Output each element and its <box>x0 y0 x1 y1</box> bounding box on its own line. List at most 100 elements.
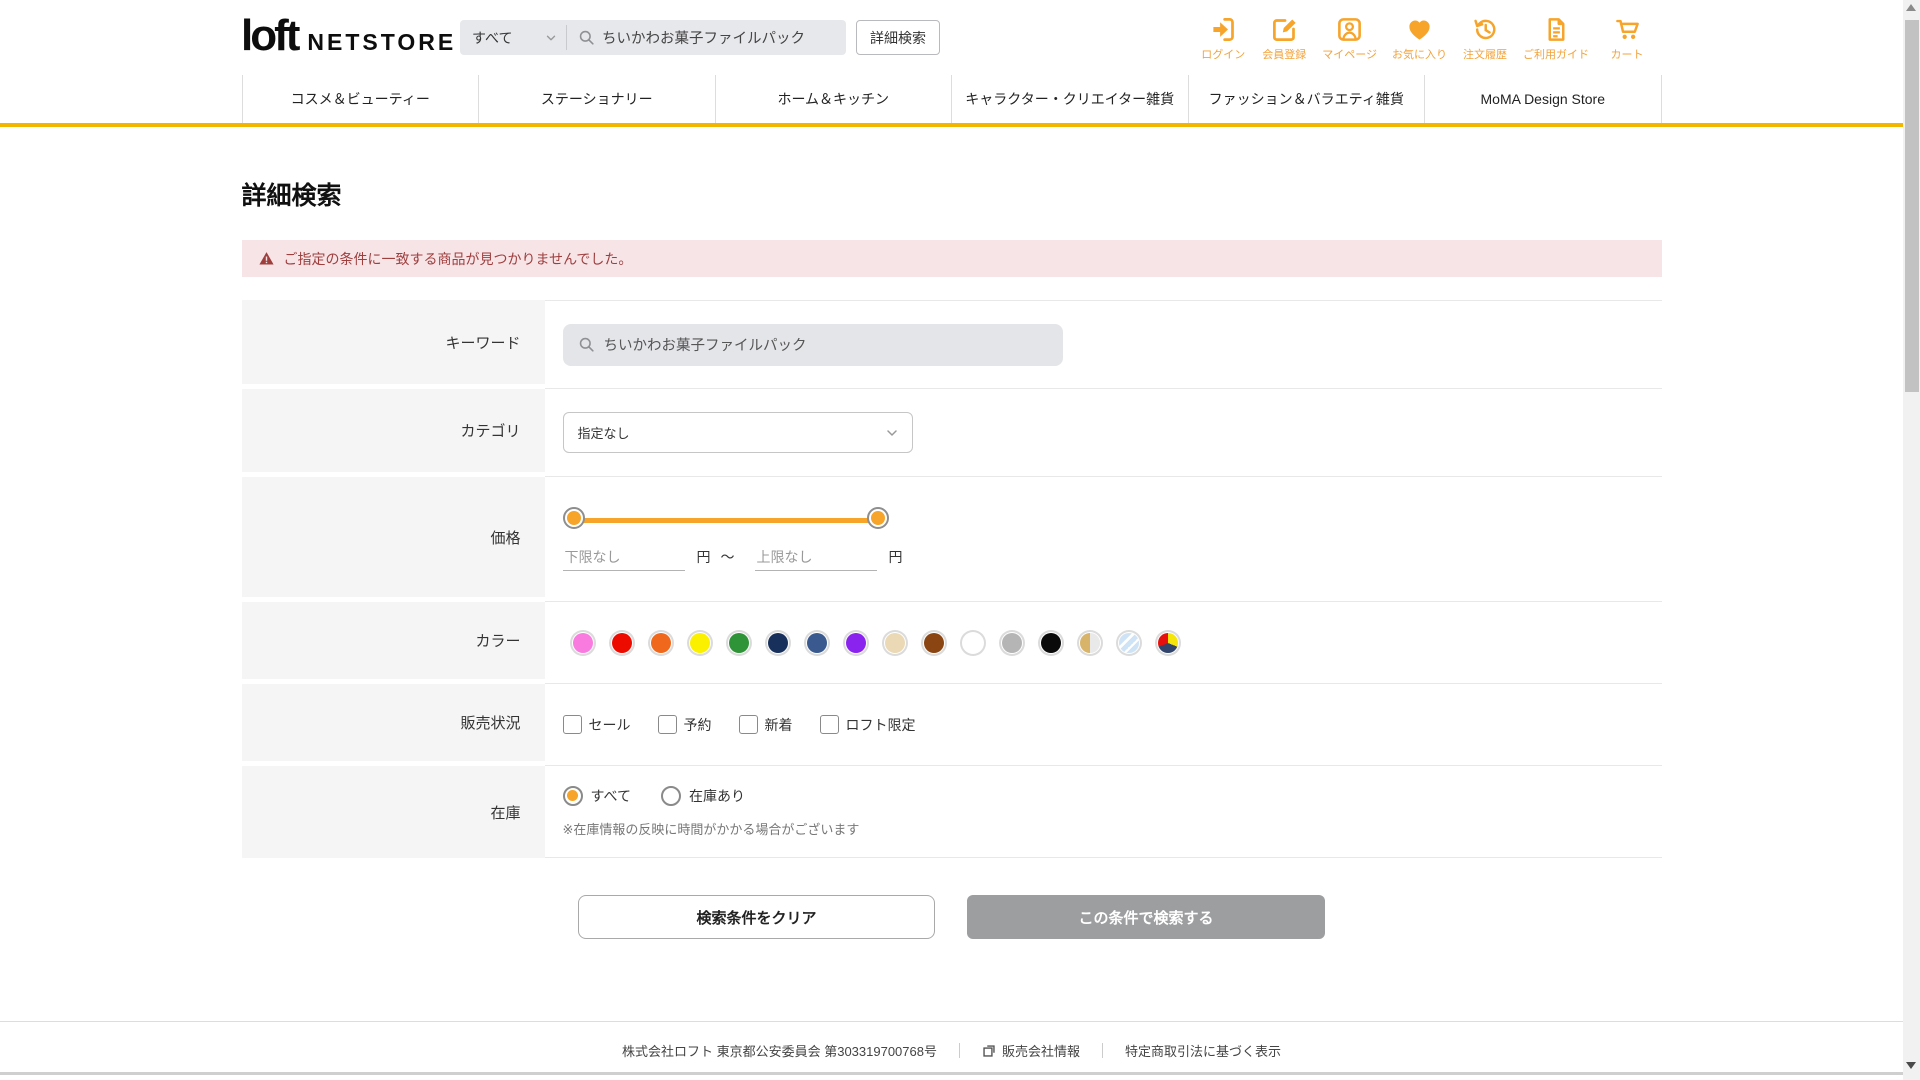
footer-inner: 株式会社ロフト 東京都公安委員会 第303319700768号 販売会社情報 特… <box>0 1022 1903 1060</box>
error-message: ご指定の条件に一致する商品が見つかりませんでした。 <box>284 249 633 269</box>
color-swatches <box>573 633 1178 653</box>
vertical-scrollbar[interactable] <box>1903 0 1920 1080</box>
price-min-input[interactable] <box>563 547 685 571</box>
price-label: 価格 <box>242 477 545 602</box>
slider-handle-dot <box>567 511 581 525</box>
header: loft NETSTORE すべて 詳細検索 ログイ <box>0 0 1903 75</box>
header-search-box: すべて <box>460 20 846 55</box>
scrollbar-down-arrow[interactable] <box>1906 1062 1916 1069</box>
user-guide-icon <box>1543 16 1570 43</box>
color-swatch-blue[interactable] <box>807 633 827 653</box>
color-swatch-gold-silver[interactable] <box>1080 633 1100 653</box>
color-swatch-orange[interactable] <box>651 633 671 653</box>
nav-item-character-creator[interactable]: キャラクター・クリエイター雑貨 <box>951 75 1188 123</box>
quick-link-label: お気に入り <box>1392 46 1447 62</box>
checkbox-new-arrival[interactable]: 新着 <box>739 715 793 735</box>
keyword-field <box>545 300 1662 389</box>
color-swatch-beige[interactable] <box>885 633 905 653</box>
price-range-separator: 〜 <box>721 547 735 571</box>
color-swatch-green[interactable] <box>729 633 749 653</box>
nav-item-home-kitchen[interactable]: ホーム＆キッチン <box>715 75 952 123</box>
checkbox-loft-exclusive[interactable]: ロフト限定 <box>820 715 916 735</box>
radio-stock-all[interactable]: すべて <box>563 786 631 806</box>
store-logo[interactable]: loft NETSTORE <box>241 14 456 58</box>
slider-handle-dot <box>871 511 885 525</box>
color-swatch-purple[interactable] <box>846 633 866 653</box>
price-max-input[interactable] <box>755 547 877 571</box>
quick-link-label: 注文履歴 <box>1463 46 1507 62</box>
checkbox-box <box>820 715 839 734</box>
sales-status-field: セール 予約 新着 ロ <box>545 684 1662 766</box>
logo-netstore-text: NETSTORE <box>307 29 456 56</box>
price-max-unit: 円 <box>889 547 903 571</box>
error-banner: ご指定の条件に一致する商品が見つかりませんでした。 <box>242 240 1662 277</box>
quick-link-favorites[interactable]: お気に入り <box>1392 16 1447 62</box>
color-swatch-pink[interactable] <box>573 633 593 653</box>
checkbox-reservation[interactable]: 予約 <box>658 715 712 735</box>
checkbox-sale[interactable]: セール <box>563 715 631 735</box>
footer-link-sales-company-info[interactable]: 販売会社情報 <box>982 1041 1080 1060</box>
checkbox-label: 新着 <box>765 715 793 735</box>
price-slider-track[interactable] <box>576 518 876 523</box>
quick-link-member-register[interactable]: 会員登録 <box>1261 16 1307 62</box>
color-swatch-white[interactable] <box>963 633 983 653</box>
scrollbar-up-arrow[interactable] <box>1906 4 1916 11</box>
detail-search-button[interactable]: 詳細検索 <box>856 20 940 55</box>
checkbox-box <box>658 715 677 734</box>
form-row-sales-status: 販売状況 セール 予約 <box>242 684 1662 766</box>
footer-divider <box>1102 1043 1103 1058</box>
color-swatch-black[interactable] <box>1041 633 1061 653</box>
quick-link-login[interactable]: ログイン <box>1200 16 1246 62</box>
category-select[interactable]: 指定なし <box>563 412 913 453</box>
checkbox-box <box>563 715 582 734</box>
color-swatch-brown[interactable] <box>924 633 944 653</box>
search-scope-dropdown[interactable]: すべて <box>460 28 566 48</box>
cart-icon <box>1614 16 1641 43</box>
price-slider-handle-min[interactable] <box>563 507 585 529</box>
search-divider <box>566 25 567 50</box>
radio-circle <box>563 786 583 806</box>
footer-company-line: 株式会社ロフト 東京都公安委員会 第303319700768号 <box>622 1041 937 1060</box>
scrollbar-thumb[interactable] <box>1905 20 1919 392</box>
color-label: カラー <box>242 602 545 684</box>
checkbox-box <box>739 715 758 734</box>
form-row-price: 価格 円 〜 円 <box>242 477 1662 602</box>
clear-conditions-button[interactable]: 検索条件をクリア <box>578 895 935 939</box>
color-swatch-multicolor[interactable] <box>1158 633 1178 653</box>
color-swatch-gray[interactable] <box>1002 633 1022 653</box>
checkbox-label: セール <box>589 715 631 735</box>
stock-note: ※在庫情報の反映に時間がかかる場合がございます <box>563 819 860 838</box>
quick-link-mypage[interactable]: マイページ <box>1322 16 1377 62</box>
chevron-down-icon <box>884 425 900 441</box>
page-title: 詳細検索 <box>242 176 1662 212</box>
color-swatch-red[interactable] <box>612 633 632 653</box>
radio-label: すべて <box>591 786 631 806</box>
color-swatch-yellow[interactable] <box>690 633 710 653</box>
radio-dot <box>567 790 578 801</box>
nav-item-stationery[interactable]: ステーショナリー <box>478 75 715 123</box>
nav-item-moma-design-store[interactable]: MoMA Design Store <box>1424 75 1662 123</box>
nav-item-cosme-beauty[interactable]: コスメ＆ビューティー <box>242 75 479 123</box>
quick-link-user-guide[interactable]: ご利用ガイド <box>1523 16 1589 62</box>
search-icon <box>577 335 596 354</box>
color-swatch-navy[interactable] <box>768 633 788 653</box>
quick-link-cart[interactable]: カート <box>1604 16 1650 62</box>
main-content: 詳細検索 ご指定の条件に一致する商品が見つかりませんでした。 キーワード <box>242 176 1662 939</box>
nav-item-fashion-variety[interactable]: ファッション＆バラエティ雑貨 <box>1188 75 1425 123</box>
radio-dot <box>665 790 676 801</box>
quick-link-label: ご利用ガイド <box>1523 46 1589 62</box>
header-search-input[interactable] <box>602 30 846 46</box>
radio-in-stock[interactable]: 在庫あり <box>661 786 745 806</box>
quick-link-order-history[interactable]: 注文履歴 <box>1462 16 1508 62</box>
footer-link-specified-commercial-transactions[interactable]: 特定商取引法に基づく表示 <box>1125 1041 1281 1060</box>
keyword-input[interactable] <box>604 337 1063 353</box>
form-actions: 検索条件をクリア この条件で検索する <box>242 895 1662 939</box>
search-form: キーワード カテゴリ 指定なし <box>242 300 1662 858</box>
header-search: すべて 詳細検索 <box>460 20 940 55</box>
color-swatch-clear[interactable] <box>1119 633 1139 653</box>
price-slider-handle-max[interactable] <box>867 507 889 529</box>
search-with-conditions-button[interactable]: この条件で検索する <box>967 895 1325 939</box>
logo-loft-text: loft <box>241 14 297 58</box>
footer-link-label: 販売会社情報 <box>1002 1041 1080 1060</box>
form-row-category: カテゴリ 指定なし <box>242 389 1662 477</box>
